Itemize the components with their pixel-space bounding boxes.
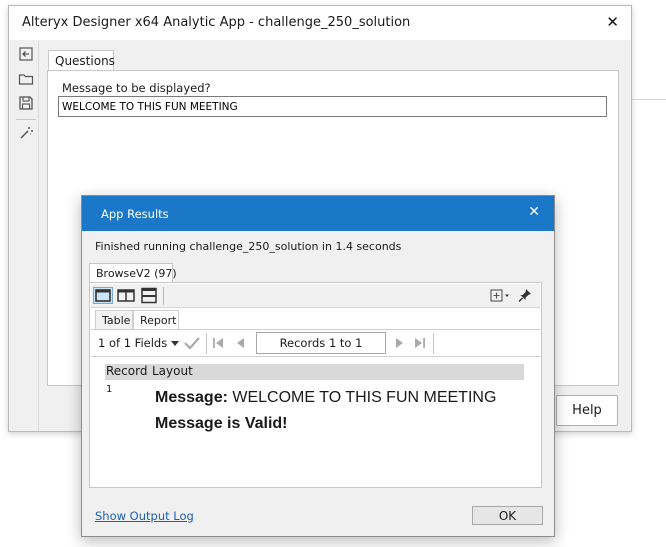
previous-record-icon[interactable] [234, 336, 248, 350]
browse-panel: Table Report 1 of 1 Fields Records 1 to … [89, 282, 542, 488]
tab-report[interactable]: Report [133, 310, 179, 330]
folder-icon[interactable] [17, 70, 35, 88]
nav-separator [206, 333, 207, 354]
nav-separator [433, 333, 434, 354]
split-vertical-icon[interactable] [116, 287, 136, 304]
add-window-dropdown-icon[interactable] [488, 287, 514, 304]
app-close-icon[interactable]: ✕ [606, 13, 619, 31]
record-navigation-bar: 1 of 1 Fields Records 1 to 1 [91, 329, 540, 357]
question-label: Message to be displayed? [62, 81, 211, 95]
results-title: App Results [101, 207, 169, 221]
next-record-icon[interactable] [392, 336, 406, 350]
show-output-log-link[interactable]: Show Output Log [95, 509, 194, 523]
results-titlebar: App Results ✕ [82, 196, 554, 231]
pin-icon[interactable] [516, 287, 536, 304]
records-range-display: Records 1 to 1 [256, 332, 386, 354]
app-window-title: Alteryx Designer x64 Analytic App - chal… [22, 15, 411, 30]
toolbar-separator [163, 287, 164, 305]
magic-wand-icon[interactable] [17, 124, 35, 142]
header-record: Record [106, 364, 148, 378]
report-header-row: Record Layout [105, 364, 524, 380]
toolbar-separator [16, 119, 36, 120]
message-input[interactable] [58, 96, 607, 117]
run-status-text: Finished running challenge_250_solution … [95, 240, 402, 253]
tab-table[interactable]: Table [95, 310, 133, 330]
app-side-toolbar [13, 41, 39, 431]
header-layout: Layout [152, 364, 193, 378]
checkmark-icon[interactable] [183, 336, 201, 350]
message-value: WELCOME TO THIS FUN MEETING [232, 389, 497, 406]
first-record-icon[interactable] [211, 336, 225, 350]
tab-questions[interactable]: Questions [48, 50, 115, 71]
report-message-line: Message: WELCOME TO THIS FUN MEETING [155, 389, 496, 407]
chevron-down-icon[interactable] [171, 341, 179, 346]
results-close-icon[interactable]: ✕ [528, 204, 540, 220]
help-button[interactable]: Help [556, 395, 618, 426]
record-number: 1 [106, 384, 113, 395]
tab-browsev2[interactable]: BrowseV2 (97) [89, 263, 177, 283]
ok-button[interactable]: OK [472, 506, 543, 525]
background-app-strip [632, 50, 666, 100]
last-record-icon[interactable] [413, 336, 427, 350]
save-icon[interactable] [17, 94, 35, 112]
message-valid-text: Message is Valid! [155, 415, 288, 432]
back-arrow-icon[interactable] [17, 45, 35, 63]
single-view-icon[interactable] [93, 287, 113, 304]
fields-selector[interactable]: 1 of 1 Fields [98, 336, 167, 350]
message-label: Message: [155, 389, 228, 406]
report-view: Record Layout 1 Message: WELCOME TO THIS… [91, 358, 540, 485]
browse-toolbar [91, 284, 540, 308]
app-results-dialog: App Results ✕ Finished running challenge… [81, 195, 555, 537]
split-horizontal-icon[interactable] [139, 287, 159, 304]
app-titlebar: Alteryx Designer x64 Analytic App - chal… [9, 6, 631, 40]
